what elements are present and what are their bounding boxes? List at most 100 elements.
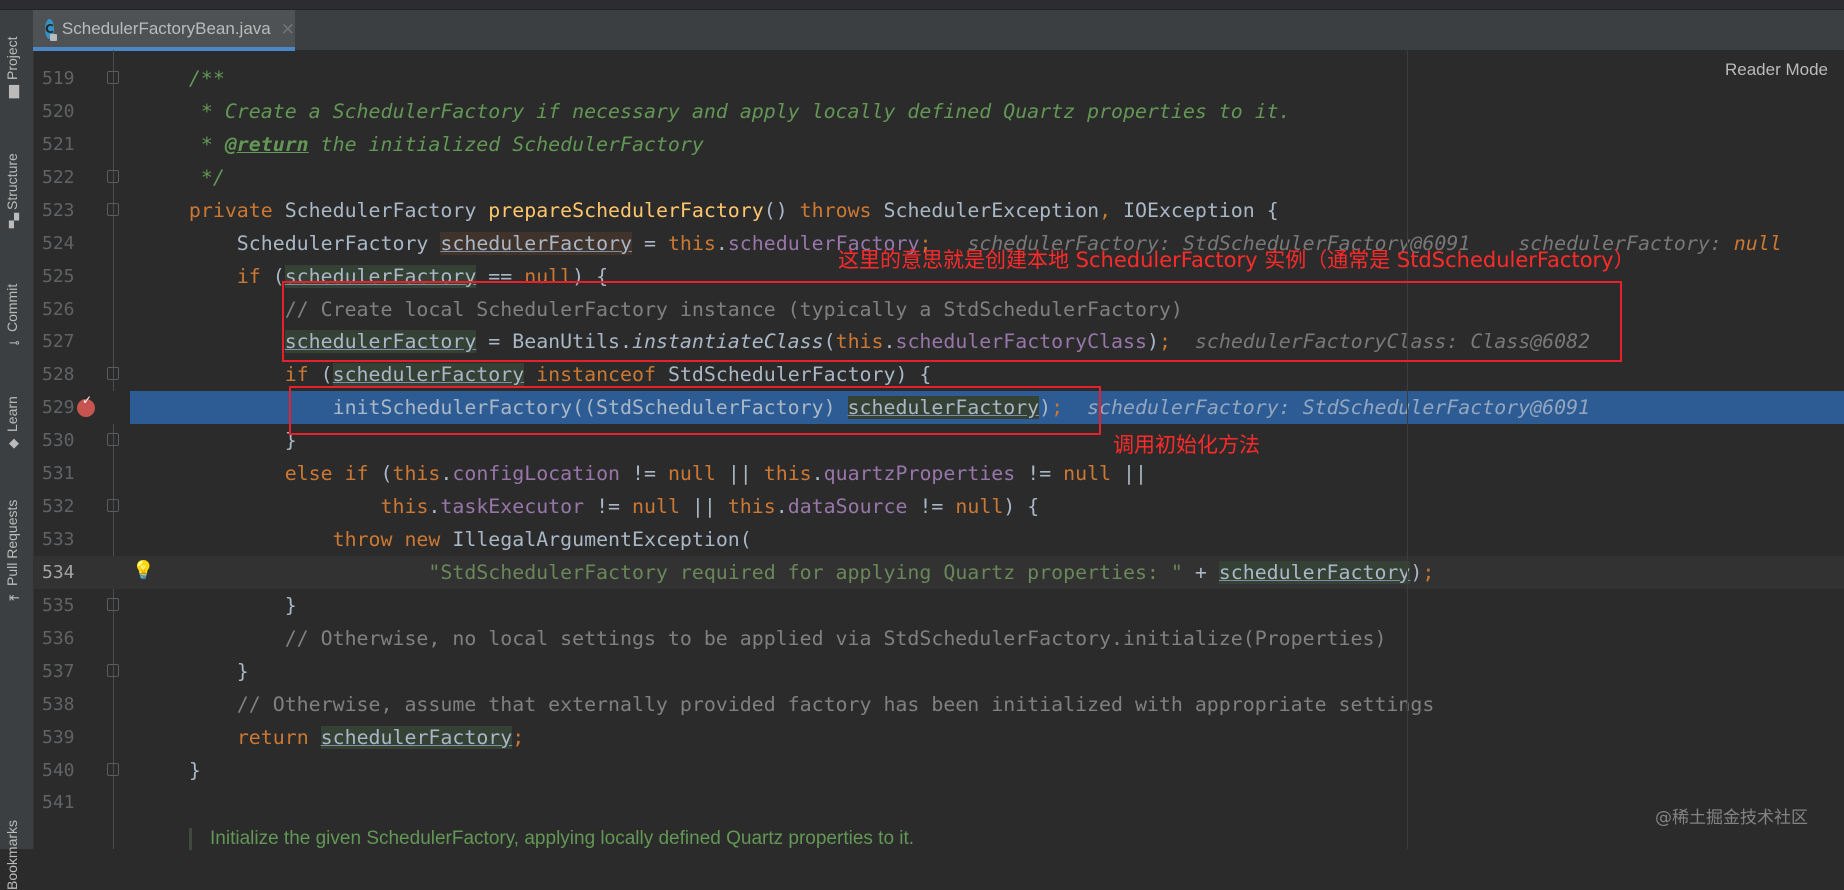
code-text: } [141, 424, 297, 457]
code-token: throw new [332, 528, 441, 552]
code-line[interactable]: 539 return schedulerFactory; [34, 721, 1844, 754]
code-text: } [141, 589, 297, 622]
code-token: null [955, 495, 1004, 519]
fold-marker-icon[interactable] [107, 71, 119, 84]
code-line[interactable]: 532 this.taskExecutor != null || this.da… [34, 490, 1844, 523]
code-token: if [236, 264, 261, 288]
code-line[interactable]: 535 } [34, 589, 1844, 622]
line-number[interactable]: 531 [42, 457, 82, 490]
bookmarks-tool-button[interactable]: Bookmarks [4, 820, 20, 890]
code-token: * [141, 132, 225, 156]
commit-icon: ⊸ [9, 336, 20, 351]
code-line[interactable]: 540 } [34, 754, 1844, 787]
line-number[interactable]: 528 [42, 358, 82, 391]
java-class-icon: C [45, 18, 57, 41]
code-token: taskExecutor [440, 495, 585, 519]
code-line[interactable]: 531 else if ( this. configLocation != null… [34, 457, 1844, 490]
code-line[interactable]: 521 * @return the initialized SchedulerF… [34, 128, 1844, 161]
reader-mode-button[interactable]: Reader Mode [1725, 60, 1828, 80]
fold-marker-icon[interactable] [107, 367, 119, 381]
code-line[interactable]: 536 // Otherwise, no local settings to b… [34, 622, 1844, 655]
code-token: private [188, 198, 273, 222]
line-number[interactable]: 533 [42, 523, 82, 556]
line-number[interactable]: 522 [42, 161, 82, 194]
line-number[interactable]: 538 [42, 688, 82, 721]
line-number[interactable]: 541 [42, 786, 82, 819]
code-line[interactable]: 538 // Otherwise, assume that externally… [34, 688, 1844, 721]
code-line[interactable]: 537 } [34, 655, 1844, 688]
project-tool-button[interactable]: Project [4, 36, 20, 80]
code-token: IllegalArgumentException( [440, 528, 752, 552]
line-number[interactable]: 532 [42, 490, 82, 523]
line-number[interactable]: 523 [42, 194, 82, 227]
code-token: || [679, 495, 728, 519]
learn-tool-button[interactable]: Learn [4, 396, 20, 432]
code-line[interactable]: 523 private SchedulerFactory prepareSche… [34, 194, 1844, 227]
code-text: * @return the initialized SchedulerFacto… [141, 128, 704, 161]
graduation-cap-icon: ◆ [9, 436, 19, 451]
code-token: prepareSchedulerFactory [488, 198, 764, 222]
line-number[interactable]: 524 [42, 227, 82, 260]
tab-scheduler-factory-bean[interactable]: C SchedulerFactoryBean.java × [33, 10, 295, 51]
fold-marker-icon[interactable] [107, 762, 119, 776]
code-line[interactable]: 534 💡 "StdSchedulerFactory required for a… [34, 555, 1844, 589]
code-line[interactable]: 520 * Create a SchedulerFactory if neces… [34, 95, 1844, 128]
code-token: () [763, 198, 800, 222]
code-token: ( [368, 462, 393, 486]
line-number[interactable]: 521 [42, 128, 82, 161]
line-number[interactable]: 525 [42, 260, 82, 293]
fold-marker-icon[interactable] [107, 597, 119, 611]
code-editor[interactable]: 519 /** 520 * Create a SchedulerFactory i… [34, 50, 1844, 849]
line-number[interactable]: 527 [42, 325, 82, 358]
code-token: configLocation [452, 462, 621, 486]
code-line[interactable]: 519 /** [34, 62, 1844, 95]
code-token: // Otherwise, no local settings to be ap… [141, 626, 1387, 650]
fold-marker-icon[interactable] [107, 433, 119, 447]
code-line[interactable]: 533 throw new IllegalArgumentException( [34, 523, 1844, 556]
code-token: ( [308, 363, 333, 387]
inline-debug-value: schedulerFactory: StdSchedulerFactory@60… [1063, 396, 1591, 420]
code-token: else if [284, 462, 369, 486]
fold-marker-icon[interactable] [107, 499, 119, 513]
code-token: null [1063, 462, 1112, 486]
code-token: != [907, 495, 956, 519]
code-text: * Create a SchedulerFactory if necessary… [141, 95, 1291, 128]
code-text: return schedulerFactory; [141, 721, 524, 754]
line-number[interactable]: 520 [42, 95, 82, 128]
commit-tool-button[interactable]: Commit [4, 284, 20, 332]
line-number[interactable]: 526 [42, 293, 82, 326]
code-token: this [763, 462, 812, 486]
code-token: . [715, 231, 728, 255]
code-line[interactable]: 541 [34, 786, 1844, 819]
window-top-strip [0, 0, 1844, 10]
close-icon[interactable]: × [281, 19, 295, 39]
line-number[interactable]: 536 [42, 622, 82, 655]
structure-tool-button[interactable]: Structure [4, 153, 20, 210]
line-number[interactable]: 540 [42, 754, 82, 787]
code-token: != [620, 462, 668, 486]
line-number[interactable]: 519 [42, 62, 82, 95]
line-number[interactable]: 530 [42, 424, 82, 457]
line-number[interactable]: 535 [42, 589, 82, 622]
code-line[interactable]: 522 */ [34, 161, 1844, 194]
code-token: // Otherwise, assume that externally pro… [141, 692, 1435, 716]
code-token: instanceof [536, 363, 656, 387]
line-number[interactable]: 537 [42, 655, 82, 688]
code-token: . [428, 495, 441, 519]
fold-marker-icon[interactable] [107, 663, 119, 677]
fold-marker-icon[interactable] [107, 202, 119, 216]
fold-marker-icon[interactable] [107, 169, 119, 183]
code-token: = [632, 231, 668, 255]
code-token: . [811, 462, 824, 486]
line-number[interactable]: 534 [42, 556, 82, 589]
code-token: IOException { [1111, 198, 1279, 222]
code-token: /** [141, 67, 225, 90]
code-token: this [667, 231, 716, 255]
pull-requests-tool-button[interactable]: Pull Requests [4, 500, 20, 586]
code-token: throws [799, 198, 872, 222]
line-number[interactable]: 529 [42, 391, 82, 424]
code-text: // Otherwise, assume that externally pro… [141, 688, 1435, 721]
line-number[interactable]: 539 [42, 721, 82, 754]
